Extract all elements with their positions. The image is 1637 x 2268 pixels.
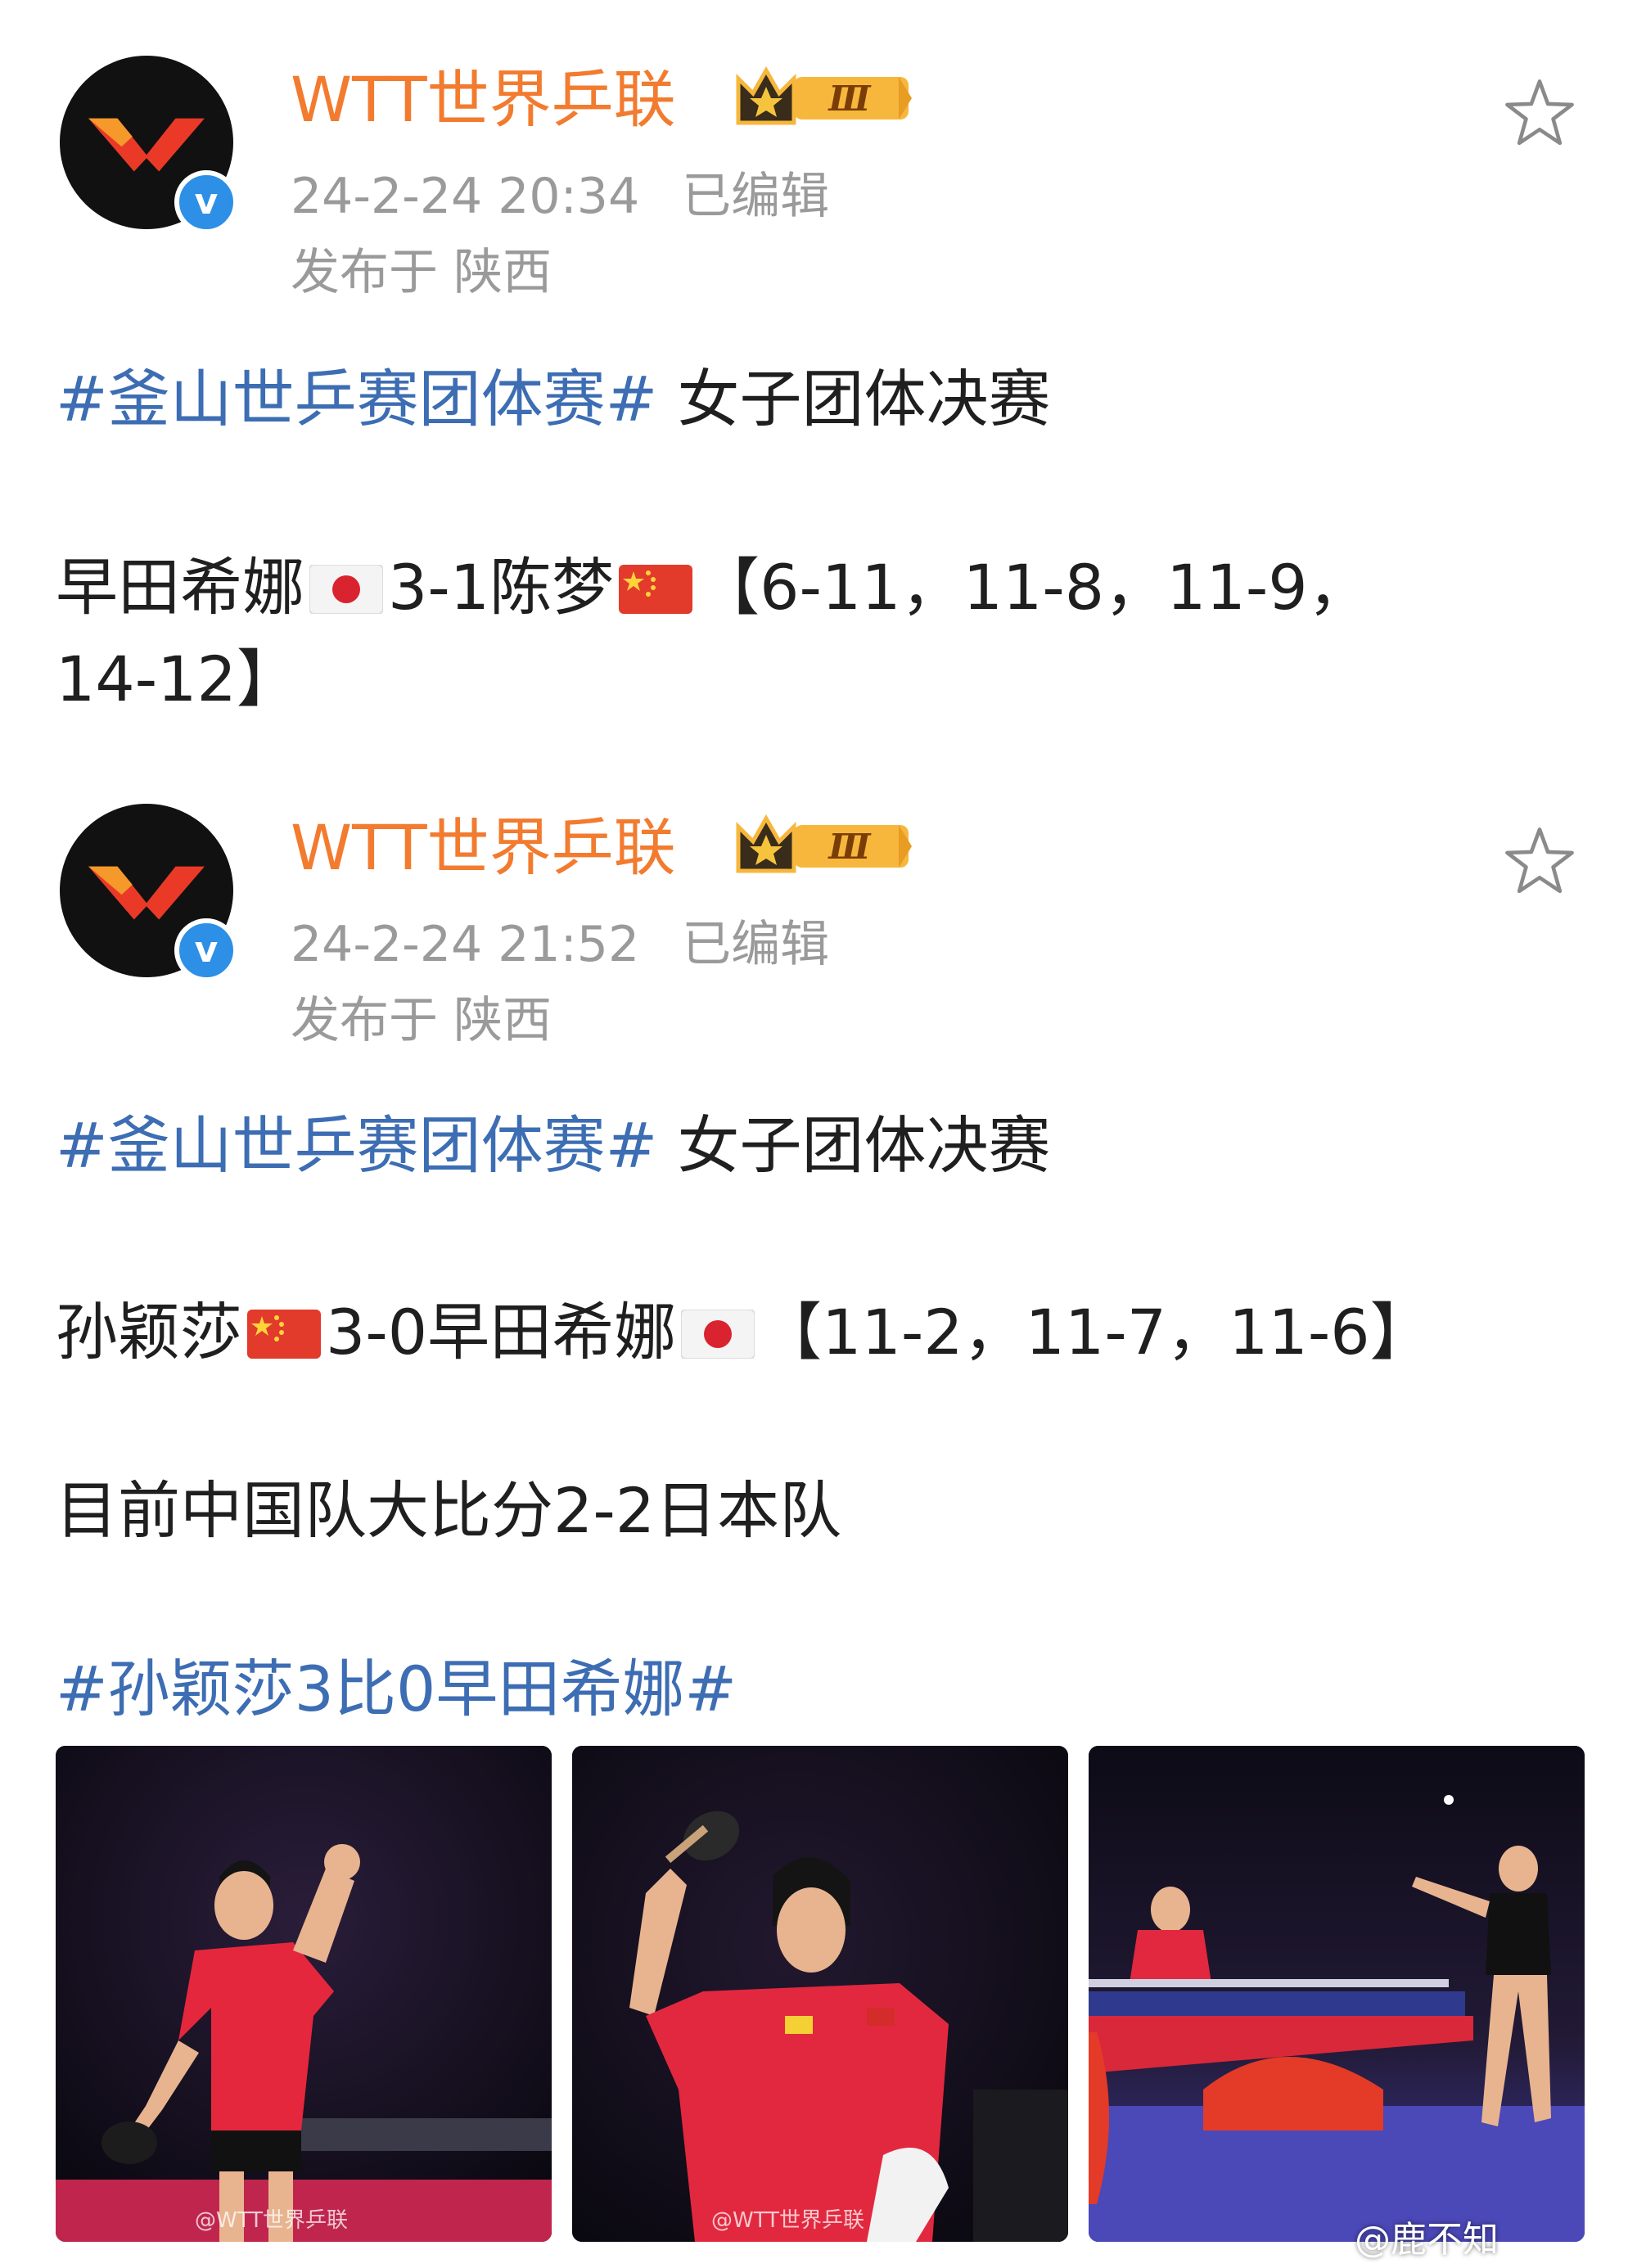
timestamp: 24-2-24 20:34 (291, 168, 640, 225)
site-watermark: @鹿不知 (1355, 2219, 1499, 2261)
photo-grid: @WTT世界乒联 @WTT世界乒联 (56, 1746, 1585, 2242)
match-result: 早田希娜 3-1陈梦 【6-11，11-8，11-9， (56, 557, 1370, 619)
verified-v-icon: v (174, 170, 238, 234)
match-score: 3-0 (326, 1296, 428, 1368)
game-scores: 【11-2，11-7，11-6】 (760, 1296, 1432, 1368)
verified-v-icon: v (174, 918, 238, 982)
edited-label[interactable]: 已编辑 (682, 916, 829, 973)
topic-suffix: 女子团体决赛 (657, 363, 1051, 435)
match-table-image (1089, 1746, 1585, 2242)
crown-badge-icon[interactable] (735, 65, 915, 131)
match-score: 3-1 (388, 551, 490, 624)
player1: 孙颖莎 (56, 1296, 242, 1368)
topic-hashtag[interactable]: #釜山世乒赛团体赛# (56, 1109, 657, 1182)
post-topic: #釜山世乒赛团体赛# 女子团体决赛 (56, 368, 1051, 431)
japan-flag-icon (309, 565, 383, 614)
china-flag-icon (247, 1310, 321, 1359)
game-scores: 【6-11，11-8，11-9， (697, 551, 1370, 624)
player2: 早田希娜 (427, 1296, 677, 1368)
timestamp: 24-2-24 21:52 (291, 916, 640, 973)
japan-flag-icon (681, 1310, 755, 1359)
photo-watermark: @WTT世界乒联 (195, 2208, 349, 2233)
location: 发布于 陕西 (291, 244, 552, 301)
photo-watermark: @WTT世界乒联 (711, 2208, 865, 2233)
location: 发布于 陕西 (291, 992, 552, 1049)
post-meta: 24-2-24 21:52 已编辑 (291, 920, 829, 969)
topic-suffix: 女子团体决赛 (657, 1109, 1051, 1182)
player-serving-image (572, 1746, 1068, 2242)
photo-3[interactable] (1089, 1746, 1585, 2242)
star-outline-icon[interactable] (1502, 823, 1577, 899)
photo-2[interactable]: @WTT世界乒联 (572, 1746, 1068, 2242)
post-meta: 24-2-24 20:34 已编辑 (291, 172, 829, 221)
player-celebrating-image (56, 1746, 552, 2242)
game-scores-cont: 14-12】 (56, 643, 299, 715)
match-result: 孙颖莎 3-0早田希娜 【11-2，11-7，11-6】 (56, 1301, 1432, 1364)
post-topic: #釜山世乒赛团体赛# 女子团体决赛 (56, 1115, 1051, 1177)
team-score-status: 目前中国队大比分2-2日本队 (56, 1474, 842, 1547)
photo-1[interactable]: @WTT世界乒联 (56, 1746, 552, 2242)
wtt-logo-icon (84, 103, 209, 178)
wtt-logo-icon (84, 851, 209, 927)
player2: 陈梦 (489, 551, 615, 624)
topic-hashtag[interactable]: #釜山世乒赛团体赛# (56, 363, 657, 435)
crown-badge-icon[interactable] (735, 814, 915, 879)
author-name[interactable]: WTT世界乒联 (291, 817, 676, 879)
china-flag-icon (619, 565, 692, 614)
extra-hashtag[interactable]: #孙颖莎3比0早田希娜# (56, 1658, 737, 1720)
star-outline-icon[interactable] (1502, 75, 1577, 151)
player1: 早田希娜 (56, 551, 304, 624)
edited-label[interactable]: 已编辑 (682, 168, 829, 225)
author-name[interactable]: WTT世界乒联 (291, 69, 676, 131)
